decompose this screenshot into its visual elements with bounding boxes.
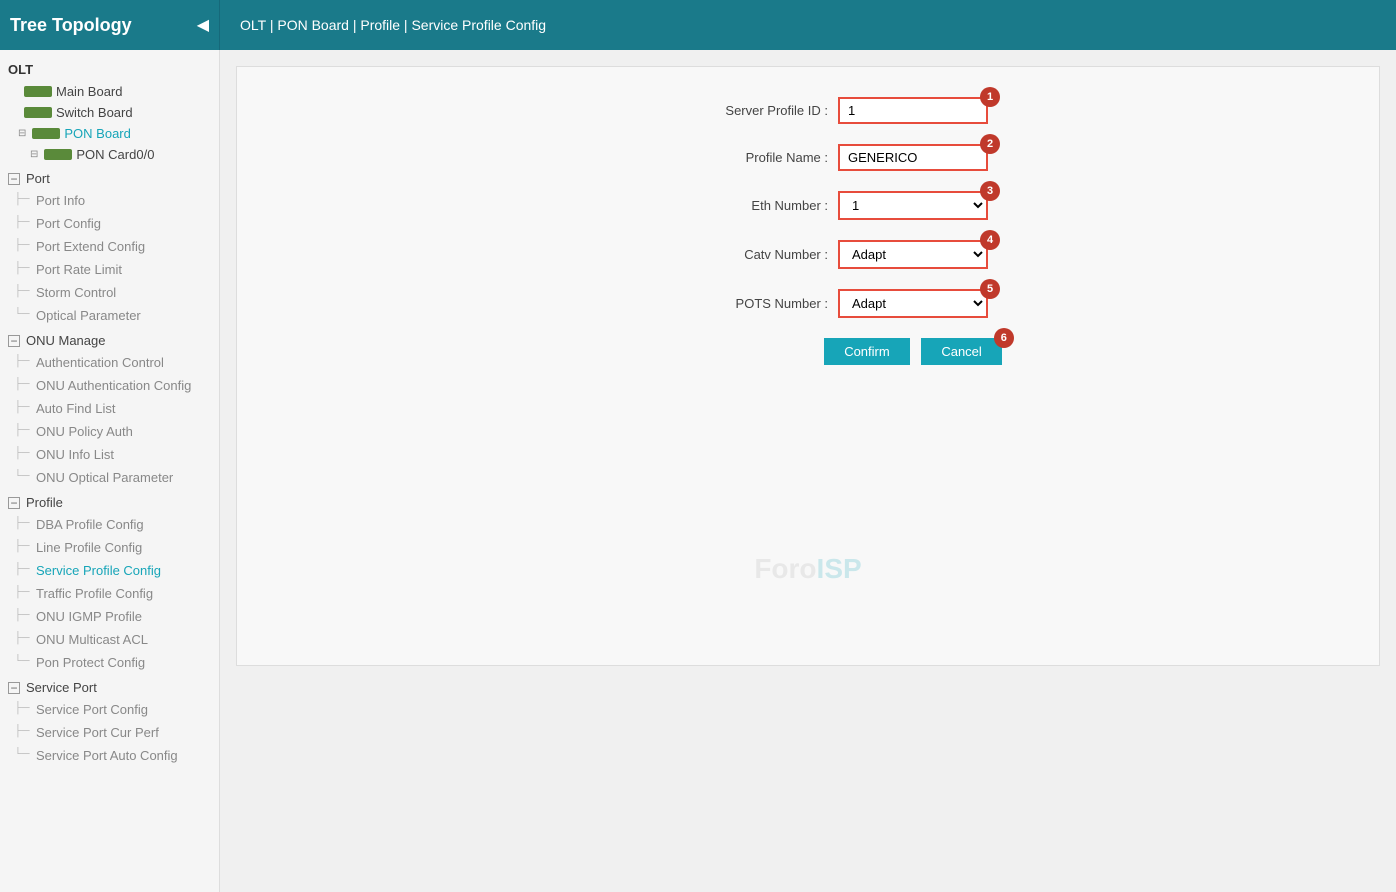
pon-card-icon: [44, 149, 72, 160]
step-badge-6: 6: [994, 328, 1014, 348]
profile-name-row: Profile Name : 2: [257, 144, 1359, 171]
switch-board-label: Switch Board: [56, 105, 133, 120]
button-controls: Confirm Cancel 6: [824, 338, 1002, 365]
service-port-section-header[interactable]: − Service Port: [0, 674, 219, 698]
eth-number-row: Eth Number : 1 2 3 4 3: [257, 191, 1359, 220]
profile-collapse-icon: −: [8, 497, 20, 509]
server-profile-id-row: Server Profile ID : 1: [257, 97, 1359, 124]
button-row: Confirm Cancel 6: [257, 338, 1359, 365]
step-badge-4: 4: [980, 230, 1000, 250]
onu-manage-collapse-icon: −: [8, 335, 20, 347]
menu-onu-policy-auth[interactable]: ONU Policy Auth: [0, 420, 219, 443]
step-badge-2: 2: [980, 134, 1000, 154]
menu-onu-optical-parameter[interactable]: ONU Optical Parameter: [0, 466, 219, 489]
menu-onu-auth-config[interactable]: ONU Authentication Config: [0, 374, 219, 397]
menu-port-config[interactable]: Port Config: [0, 212, 219, 235]
switch-board-item[interactable]: Switch Board: [0, 102, 219, 123]
pots-number-control: Adapt 0 1 2 5: [838, 289, 988, 318]
profile-section-label: Profile: [26, 495, 63, 510]
profile-section-header[interactable]: − Profile: [0, 489, 219, 513]
eth-number-control: 1 2 3 4 3: [838, 191, 988, 220]
step-badge-5: 5: [980, 279, 1000, 299]
menu-authentication-control[interactable]: Authentication Control: [0, 351, 219, 374]
menu-optical-parameter[interactable]: Optical Parameter: [0, 304, 219, 327]
pon-board-item[interactable]: ⊟ PON Board: [0, 123, 219, 144]
collapse-icon[interactable]: ◀: [197, 15, 209, 35]
pots-number-row: POTS Number : Adapt 0 1 2 5: [257, 289, 1359, 318]
menu-dba-profile-config[interactable]: DBA Profile Config: [0, 513, 219, 536]
menu-storm-control[interactable]: Storm Control: [0, 281, 219, 304]
pots-number-select[interactable]: Adapt 0 1 2: [838, 289, 988, 318]
cancel-button[interactable]: Cancel: [921, 338, 1001, 365]
server-profile-id-label: Server Profile ID :: [628, 103, 828, 118]
menu-port-info[interactable]: Port Info: [0, 189, 219, 212]
menu-line-profile-config[interactable]: Line Profile Config: [0, 536, 219, 559]
service-port-section-label: Service Port: [26, 680, 97, 695]
port-section-header[interactable]: − Port: [0, 165, 219, 189]
menu-onu-info-list[interactable]: ONU Info List: [0, 443, 219, 466]
pon-card-item[interactable]: ⊟ PON Card0/0: [0, 144, 219, 165]
menu-onu-multicast-acl[interactable]: ONU Multicast ACL: [0, 628, 219, 651]
service-port-collapse-icon: −: [8, 682, 20, 694]
port-collapse-icon: −: [8, 173, 20, 185]
menu-service-port-auto-config[interactable]: Service Port Auto Config: [0, 744, 219, 767]
onu-manage-section-label: ONU Manage: [26, 333, 105, 348]
server-profile-id-input[interactable]: [838, 97, 988, 124]
menu-traffic-profile-config[interactable]: Traffic Profile Config: [0, 582, 219, 605]
menu-service-port-cur-perf[interactable]: Service Port Cur Perf: [0, 721, 219, 744]
step-badge-1: 1: [980, 87, 1000, 107]
breadcrumb: OLT | PON Board | Profile | Service Prof…: [220, 17, 566, 33]
eth-number-label: Eth Number :: [628, 198, 828, 213]
catv-number-row: Catv Number : Adapt 0 1 4: [257, 240, 1359, 269]
pon-board-label: PON Board: [64, 126, 130, 141]
profile-name-label: Profile Name :: [628, 150, 828, 165]
switch-board-icon: [24, 107, 52, 118]
step-badge-3: 3: [980, 181, 1000, 201]
menu-auto-find-list[interactable]: Auto Find List: [0, 397, 219, 420]
menu-onu-igmp-profile[interactable]: ONU IGMP Profile: [0, 605, 219, 628]
menu-pon-protect-config[interactable]: Pon Protect Config: [0, 651, 219, 674]
menu-port-extend-config[interactable]: Port Extend Config: [0, 235, 219, 258]
menu-port-rate-limit[interactable]: Port Rate Limit: [0, 258, 219, 281]
pots-number-label: POTS Number :: [628, 296, 828, 311]
pon-board-icon: [32, 128, 60, 139]
server-profile-id-control: 1: [838, 97, 988, 124]
menu-service-port-config[interactable]: Service Port Config: [0, 698, 219, 721]
sidebar-title: Tree Topology: [10, 15, 132, 36]
catv-number-select[interactable]: Adapt 0 1: [838, 240, 988, 269]
main-board-label: Main Board: [56, 84, 122, 99]
eth-number-select[interactable]: 1 2 3 4: [838, 191, 988, 220]
form-panel: Server Profile ID : 1 Profile Name : 2 E…: [236, 66, 1380, 666]
onu-manage-section-header[interactable]: − ONU Manage: [0, 327, 219, 351]
confirm-button[interactable]: Confirm: [824, 338, 910, 365]
profile-name-input[interactable]: [838, 144, 988, 171]
port-section-label: Port: [26, 171, 50, 186]
watermark: ForoISP: [754, 553, 861, 585]
profile-name-control: 2: [838, 144, 988, 171]
main-board-item[interactable]: Main Board: [0, 81, 219, 102]
catv-number-control: Adapt 0 1 4: [838, 240, 988, 269]
pon-card-label: PON Card0/0: [76, 147, 154, 162]
catv-number-label: Catv Number :: [628, 247, 828, 262]
olt-label: OLT: [0, 58, 219, 81]
menu-service-profile-config[interactable]: Service Profile Config: [0, 559, 219, 582]
main-board-icon: [24, 86, 52, 97]
